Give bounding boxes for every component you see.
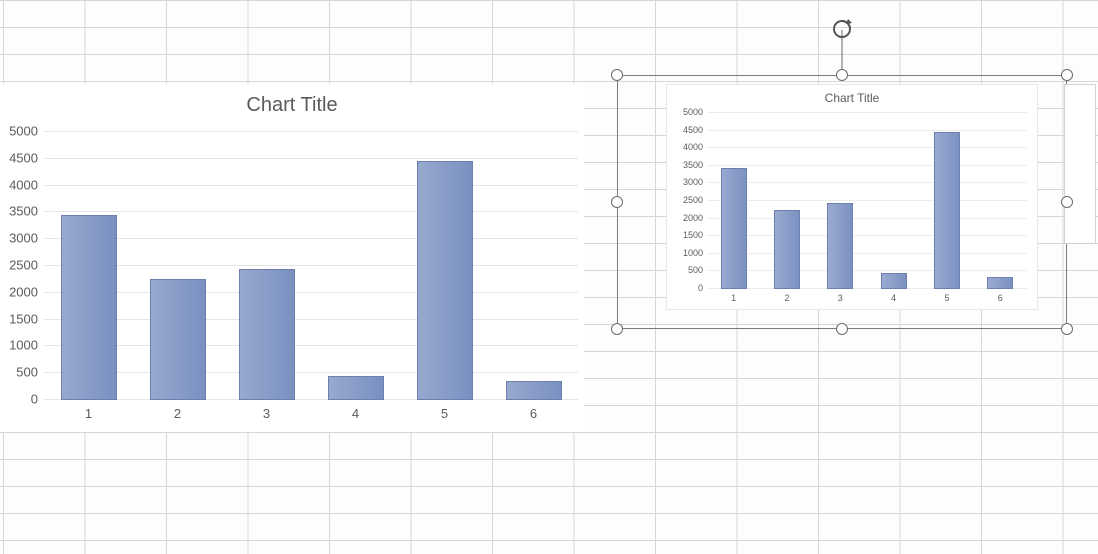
chart-title[interactable]: Chart Title [667,91,1037,105]
resize-handle-tl[interactable] [611,69,623,81]
y-tick: 1000 [9,338,38,353]
bar[interactable] [987,277,1013,289]
rotate-handle-icon[interactable] [829,16,855,42]
y-tick: 5000 [683,107,703,117]
bar[interactable] [827,203,853,289]
y-tick: 2000 [9,284,38,299]
bar[interactable] [774,210,800,289]
y-tick: 2500 [9,258,38,273]
y-tick: 5000 [9,124,38,139]
x-tick: 4 [891,293,896,303]
y-tick: 4500 [9,150,38,165]
x-tick: 1 [731,293,736,303]
y-tick: 2000 [683,213,703,223]
resize-handle-bm[interactable] [836,323,848,335]
x-tick: 4 [352,406,359,421]
bar[interactable] [506,381,562,400]
y-tick: 3000 [683,177,703,187]
resize-handle-mr[interactable] [1061,196,1073,208]
x-tick: 3 [838,293,843,303]
x-tick: 6 [998,293,1003,303]
y-tick: 2500 [683,195,703,205]
resize-handle-ml[interactable] [611,196,623,208]
y-tick: 1500 [9,311,38,326]
y-tick: 1500 [683,230,703,240]
resize-handle-bl[interactable] [611,323,623,335]
bars-container: 1 2 3 4 5 6 [44,132,578,400]
x-tick: 1 [85,406,92,421]
chart-plot-area[interactable]: 0 500 1000 1500 2000 2500 3000 3500 4000… [44,132,578,400]
y-tick: 1000 [683,248,703,258]
bar[interactable] [881,273,907,289]
chart-plot-area[interactable]: 0 500 1000 1500 2000 2500 3000 3500 4000… [707,113,1027,289]
y-tick: 0 [31,392,38,407]
y-tick: 4000 [683,142,703,152]
x-tick: 5 [944,293,949,303]
bars-container: 1 2 3 4 5 6 [707,113,1027,289]
y-tick: 4000 [9,177,38,192]
bar[interactable] [150,279,206,400]
side-panel-box [1064,84,1096,244]
y-tick: 500 [16,365,38,380]
x-tick: 2 [784,293,789,303]
y-tick: 0 [698,283,703,293]
y-tick: 4500 [683,125,703,135]
bar[interactable] [61,215,117,400]
y-tick: 3500 [683,160,703,170]
chart-large[interactable]: Chart Title 0 500 1000 1500 2000 2500 30… [0,84,584,432]
y-tick: 500 [688,265,703,275]
x-tick: 3 [263,406,270,421]
bar[interactable] [721,168,747,289]
resize-handle-br[interactable] [1061,323,1073,335]
bar[interactable] [328,376,384,400]
bar[interactable] [417,161,473,400]
selected-chart-object[interactable]: Chart Title 0 500 1000 1500 2000 2500 30… [612,70,1072,334]
bar[interactable] [239,269,295,400]
y-tick: 3000 [9,231,38,246]
x-tick: 2 [174,406,181,421]
chart-small[interactable]: Chart Title 0 500 1000 1500 2000 2500 30… [666,84,1038,310]
x-tick: 5 [441,406,448,421]
y-tick: 3500 [9,204,38,219]
resize-handle-tr[interactable] [1061,69,1073,81]
chart-title[interactable]: Chart Title [0,94,584,117]
x-tick: 6 [530,406,537,421]
bar[interactable] [934,132,960,289]
resize-handle-tm[interactable] [836,69,848,81]
